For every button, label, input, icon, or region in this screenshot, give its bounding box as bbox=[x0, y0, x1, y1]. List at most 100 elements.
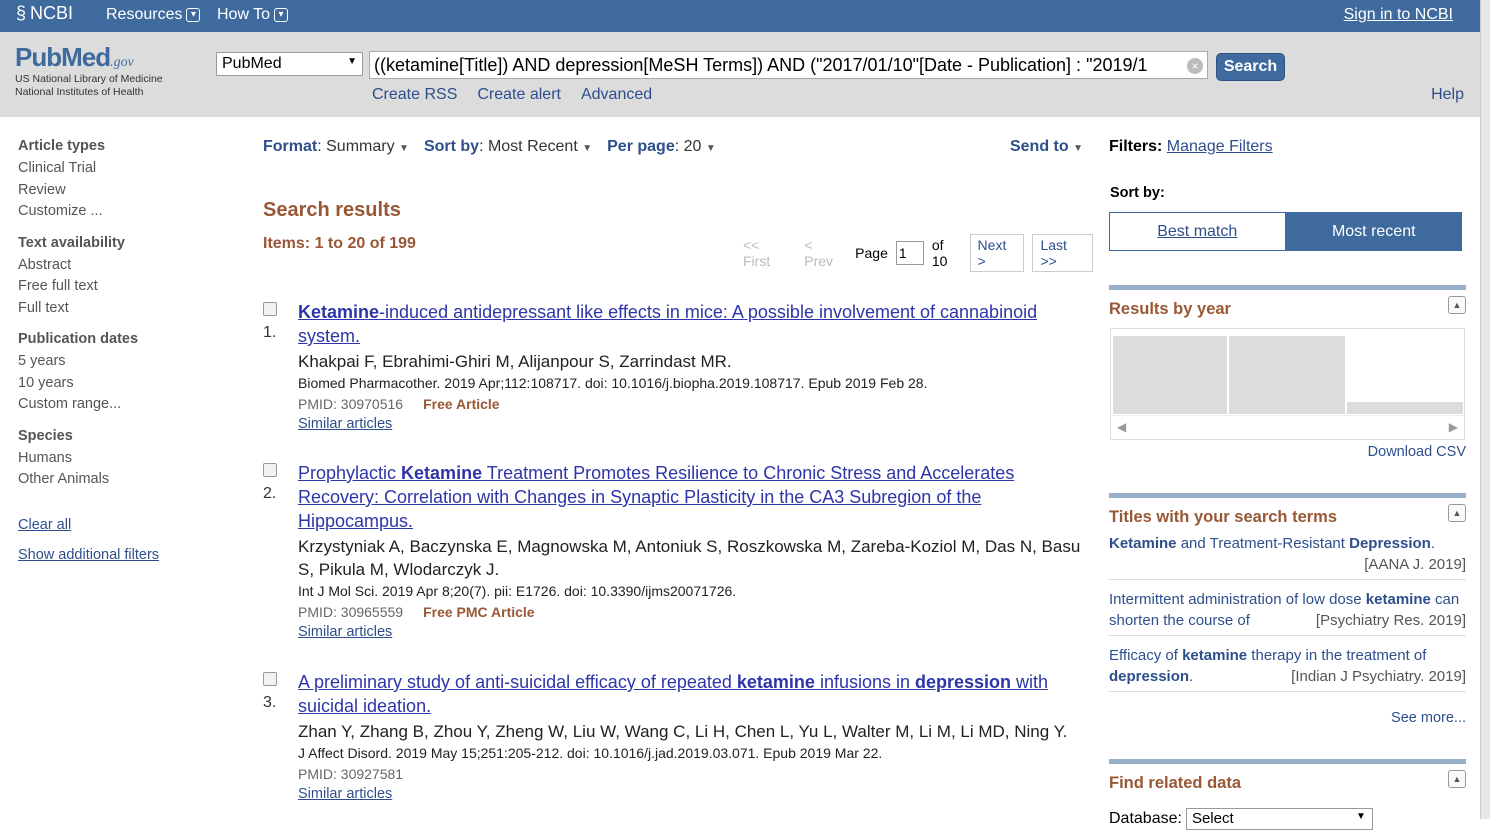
nih-label: National Institutes of Health bbox=[15, 86, 144, 98]
result-citation: J Affect Disord. 2019 May 15;251:205-212… bbox=[298, 745, 883, 761]
resources-menu[interactable]: Resources ▾ bbox=[106, 6, 201, 24]
filter-full-text[interactable]: Full text bbox=[18, 298, 238, 320]
title-item: Ketamine and Treatment-Resistant Depress… bbox=[1109, 533, 1466, 580]
result-checkbox[interactable] bbox=[263, 463, 277, 477]
title-item: Efficacy of ketamine therapy in the trea… bbox=[1109, 645, 1466, 692]
similar-articles-link[interactable]: Similar articles bbox=[298, 623, 1093, 642]
collapse-icon[interactable]: ▲ bbox=[1448, 770, 1466, 788]
filter-group-publication-dates: Publication dates 5 years 10 years Custo… bbox=[18, 331, 238, 416]
year-bar[interactable] bbox=[1347, 402, 1463, 414]
collapse-icon[interactable]: ▲ bbox=[1448, 296, 1466, 314]
ncbi-logo[interactable]: § NCBI bbox=[16, 3, 73, 24]
search-results-title: Search results bbox=[263, 199, 401, 221]
title-item: Intermittent administration of low dose … bbox=[1109, 589, 1466, 636]
year-bar[interactable] bbox=[1113, 336, 1227, 414]
title-item-link[interactable]: Ketamine and Treatment-Resistant Depress… bbox=[1109, 535, 1435, 552]
scroll-right-icon[interactable]: ▶ bbox=[1449, 420, 1458, 434]
similar-articles-link[interactable]: Similar articles bbox=[298, 415, 1093, 434]
caret-down-icon: ▼ bbox=[705, 143, 716, 154]
search-button[interactable]: Search bbox=[1216, 53, 1285, 81]
scroll-left-icon[interactable]: ◀ bbox=[1117, 420, 1126, 434]
filter-humans[interactable]: Humans bbox=[18, 448, 238, 470]
create-alert-link[interactable]: Create alert bbox=[477, 86, 561, 104]
result-pmid: PMID: 30927581 bbox=[298, 766, 404, 782]
ncbi-top-bar: § NCBI Resources ▾ How To ▾ Sign in to N… bbox=[0, 0, 1480, 32]
result-number: 2. bbox=[263, 485, 277, 502]
filter-other-animals[interactable]: Other Animals bbox=[18, 469, 238, 491]
best-match-button[interactable]: Best match bbox=[1109, 212, 1286, 251]
search-header: PubMed.gov US National Library of Medici… bbox=[0, 32, 1480, 117]
database-dropdown[interactable]: Select ▼ bbox=[1185, 808, 1373, 830]
dropdown-arrow-icon: ▼ bbox=[1356, 811, 1366, 822]
sort-toggle: Best match Most recent bbox=[1109, 212, 1462, 251]
database-row: Database: Select ▼ bbox=[1109, 808, 1373, 830]
result-pmid-row: PMID: 30927581 bbox=[298, 763, 1093, 785]
most-recent-button[interactable]: Most recent bbox=[1285, 212, 1462, 251]
filter-10-years[interactable]: 10 years bbox=[18, 373, 238, 395]
filter-free-full-text[interactable]: Free full text bbox=[18, 276, 238, 298]
result-authors: Zhan Y, Zhang B, Zhou Y, Zheng W, Liu W,… bbox=[298, 722, 1068, 741]
page-number-input[interactable] bbox=[895, 241, 924, 265]
filter-abstract[interactable]: Abstract bbox=[18, 255, 238, 277]
result-citation: Biomed Pharmacother. 2019 Apr;112:108717… bbox=[298, 375, 928, 391]
manage-filters-link[interactable]: Manage Filters bbox=[1167, 138, 1273, 155]
next-page-button[interactable]: Next > bbox=[969, 234, 1025, 272]
result-title-link[interactable]: Ketamine-induced antidepressant like eff… bbox=[298, 300, 1093, 348]
filter-5-years[interactable]: 5 years bbox=[18, 351, 238, 373]
dropdown-arrow-icon: ▼ bbox=[347, 56, 357, 67]
clear-icon[interactable]: × bbox=[1187, 58, 1203, 74]
items-count: Items: 1 to 20 of 199 bbox=[263, 235, 416, 252]
pubmed-logo[interactable]: PubMed.gov US National Library of Medici… bbox=[15, 42, 163, 99]
create-rss-link[interactable]: Create RSS bbox=[372, 86, 457, 104]
result-number: 1. bbox=[263, 324, 277, 341]
prev-page-button[interactable]: < Prev bbox=[800, 235, 847, 271]
howto-menu[interactable]: How To ▾ bbox=[217, 6, 289, 24]
filter-clinical-trial[interactable]: Clinical Trial bbox=[18, 158, 238, 180]
similar-articles-link[interactable]: Similar articles bbox=[298, 785, 1093, 804]
see-more-link[interactable]: See more... bbox=[1391, 710, 1466, 726]
year-bar[interactable] bbox=[1229, 336, 1345, 414]
collapse-icon[interactable]: ▲ bbox=[1448, 504, 1466, 522]
free-article-link[interactable]: Free PMC Article bbox=[423, 604, 535, 620]
chart-scrollbar[interactable]: ◀ ▶ bbox=[1111, 415, 1464, 439]
caret-down-icon: ▼ bbox=[582, 143, 593, 154]
filter-group-text-availability: Text availability Abstract Free full tex… bbox=[18, 235, 238, 320]
result-checkbox[interactable] bbox=[263, 672, 277, 686]
nlm-label: US National Library of Medicine bbox=[15, 73, 163, 85]
caret-down-icon: ▼ bbox=[399, 143, 409, 154]
download-csv-link[interactable]: Download CSV bbox=[1368, 444, 1466, 460]
result-title-link[interactable]: Prophylactic Ketamine Treatment Promotes… bbox=[298, 461, 1093, 533]
first-page-button[interactable]: << First bbox=[739, 235, 792, 271]
database-select[interactable]: PubMed ▼ bbox=[216, 52, 363, 76]
result-pmid-row: PMID: 30970516 Free Article bbox=[298, 393, 1093, 415]
filter-custom-range[interactable]: Custom range... bbox=[18, 394, 238, 416]
free-article-link[interactable]: Free Article bbox=[423, 396, 500, 412]
result-checkbox[interactable] bbox=[263, 302, 277, 316]
result-authors: Krzystyniak A, Baczynska E, Magnowska M,… bbox=[298, 537, 1081, 579]
perpage-menu[interactable]: Per page: 20 ▼ bbox=[607, 138, 716, 156]
filter-group-species: Species Humans Other Animals bbox=[18, 428, 238, 491]
help-link[interactable]: Help bbox=[1431, 86, 1464, 104]
filter-customize[interactable]: Customize ... bbox=[18, 201, 238, 223]
year-chart[interactable]: ◀ ▶ bbox=[1110, 328, 1465, 440]
page-scrollbar[interactable] bbox=[1480, 0, 1490, 819]
ncbi-brand: NCBI bbox=[30, 3, 74, 23]
filter-review[interactable]: Review bbox=[18, 180, 238, 202]
last-page-button[interactable]: Last >> bbox=[1032, 234, 1093, 272]
format-menu[interactable]: Format: Summary ▼ bbox=[263, 138, 409, 156]
sort-menu[interactable]: Sort by: Most Recent ▼ bbox=[424, 138, 592, 156]
search-sublinks: Create RSS Create alert Advanced bbox=[372, 86, 652, 104]
show-additional-filters-link[interactable]: Show additional filters bbox=[18, 547, 238, 563]
dna-icon: § bbox=[16, 3, 27, 23]
search-input[interactable]: ((ketamine[Title]) AND depression[MeSH T… bbox=[369, 51, 1208, 79]
send-to-menu[interactable]: Send to ▼ bbox=[1010, 138, 1083, 156]
page-label: Page bbox=[855, 245, 888, 261]
advanced-link[interactable]: Advanced bbox=[581, 86, 652, 104]
sort-by-label: Sort by: bbox=[1110, 185, 1165, 201]
result-title-link[interactable]: A preliminary study of anti-suicidal eff… bbox=[298, 670, 1093, 718]
result-citation: Int J Mol Sci. 2019 Apr 8;20(7). pii: E1… bbox=[298, 583, 737, 599]
signin-link[interactable]: Sign in to NCBI bbox=[1344, 6, 1453, 24]
results-by-year-portlet: Results by year ▲ ◀ ▶ Download CSV bbox=[1109, 285, 1466, 465]
chevron-down-icon: ▾ bbox=[274, 8, 289, 22]
clear-all-link[interactable]: Clear all bbox=[18, 517, 238, 533]
